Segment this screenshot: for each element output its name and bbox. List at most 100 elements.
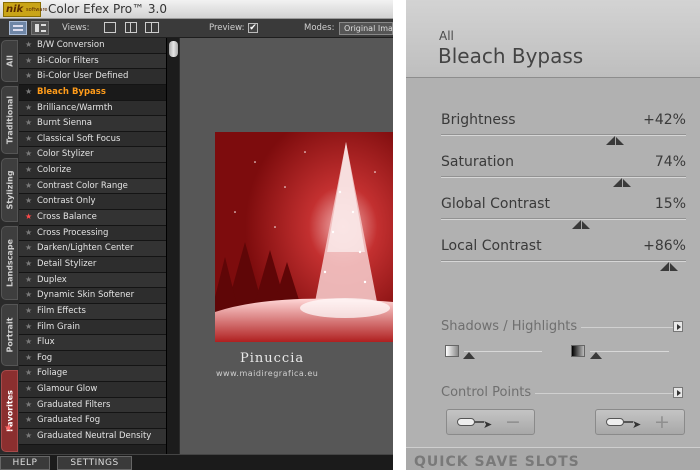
shadows-slider-track[interactable]	[464, 351, 542, 352]
favorite-star-icon[interactable]: ★	[25, 56, 32, 65]
tab-traditional[interactable]: Traditional	[1, 86, 18, 154]
slider-brightness[interactable]: Brightness +42%	[441, 112, 686, 152]
favorite-star-icon[interactable]: ★	[25, 212, 32, 221]
title-bar: nik software Color Efex Pro™ 3.0	[0, 0, 393, 19]
slider-local-contrast[interactable]: Local Contrast +86%	[441, 238, 686, 278]
split-view-button[interactable]	[125, 22, 137, 33]
tab-stylizing[interactable]: Stylizing	[1, 158, 18, 222]
highlights-slider-thumb[interactable]	[590, 352, 602, 359]
filter-item[interactable]: ★ Bleach Bypass	[19, 84, 166, 101]
quick-save-slots-section[interactable]: QUICK SAVE SLOTS	[406, 447, 700, 470]
detail-view-button[interactable]	[31, 21, 49, 35]
side-by-side-view-button[interactable]	[145, 22, 159, 33]
favorite-star-icon[interactable]: ★	[25, 181, 32, 190]
filter-item[interactable]: ★ Bi-Color User Defined	[19, 69, 166, 85]
preview-image[interactable]	[215, 132, 393, 342]
add-control-point-button[interactable]: ➤ +	[595, 409, 685, 435]
scrollbar-thumb[interactable]	[169, 41, 178, 57]
slider-thumb[interactable]	[605, 136, 624, 145]
filter-item[interactable]: ★ Color Stylizer	[19, 147, 166, 164]
slider-track[interactable]	[441, 218, 686, 220]
tab-portrait[interactable]: Portrait	[1, 304, 18, 366]
filter-item[interactable]: ★ Dynamic Skin Softener	[19, 288, 166, 304]
favorite-star-icon[interactable]: ★	[25, 353, 32, 362]
favorite-star-icon[interactable]: ★	[25, 149, 32, 158]
slider-thumb[interactable]	[659, 262, 678, 271]
slider-track[interactable]	[441, 260, 686, 262]
preview-checkbox[interactable]: ✔	[248, 23, 258, 33]
filter-item[interactable]: ★ Fog	[19, 350, 166, 367]
filter-item[interactable]: ★ Burnt Sienna	[19, 116, 166, 132]
favorite-star-icon[interactable]: ★	[25, 165, 32, 174]
filter-item[interactable]: ★ Graduated Neutral Density	[19, 429, 166, 445]
filter-item[interactable]: ★ Graduated Filters	[19, 397, 166, 414]
favorite-star-icon[interactable]: ★	[25, 322, 32, 331]
slider-thumb[interactable]	[571, 220, 590, 229]
filter-item[interactable]: ★ Graduated Fog	[19, 413, 166, 430]
favorite-star-icon[interactable]: ★	[25, 87, 32, 96]
slider-thumb[interactable]	[613, 178, 632, 187]
filter-item[interactable]: ★ Flux	[19, 335, 166, 351]
favorite-star-icon[interactable]: ★	[25, 40, 32, 49]
control-points-section[interactable]: Control Points	[441, 385, 683, 401]
expand-arrow-icon[interactable]	[673, 387, 683, 398]
help-button[interactable]: HELP	[0, 456, 50, 470]
favorite-star-icon[interactable]: ★	[25, 306, 32, 315]
filter-item[interactable]: ★ Bi-Color Filters	[19, 53, 166, 70]
list-scrollbar[interactable]	[166, 38, 179, 454]
filter-item[interactable]: ★ Cross Processing	[19, 225, 166, 242]
favorite-star-icon[interactable]: ★	[25, 259, 32, 268]
favorite-star-icon[interactable]: ★	[25, 368, 32, 377]
filter-item[interactable]: ★ Cross Balance	[19, 210, 166, 226]
settings-button[interactable]: SETTINGS	[57, 456, 132, 470]
favorite-star-icon[interactable]: ★	[25, 134, 32, 143]
filter-item[interactable]: ★ Classical Soft Focus	[19, 131, 166, 148]
favorite-star-icon[interactable]: ★	[25, 196, 32, 205]
favorite-star-icon[interactable]: ★	[25, 71, 32, 80]
tab-favorites[interactable]: Favorites	[1, 370, 18, 452]
filter-item[interactable]: ★ Contrast Color Range	[19, 178, 166, 195]
favorite-star-icon[interactable]: ★	[25, 384, 32, 393]
favorite-star-icon[interactable]: ★	[25, 103, 32, 112]
filter-item[interactable]: ★ Film Effects	[19, 303, 166, 320]
slider-saturation[interactable]: Saturation 74%	[441, 154, 686, 194]
shadows-slider-thumb[interactable]	[463, 352, 475, 359]
slider-track[interactable]	[441, 134, 686, 136]
filter-item[interactable]: ★ Foliage	[19, 366, 166, 383]
filter-item[interactable]: ★ Glamour Glow	[19, 382, 166, 398]
favorite-star-icon[interactable]: ★	[25, 243, 32, 252]
favorite-star-icon[interactable]: ★	[25, 415, 32, 424]
filter-item[interactable]: ★ Brilliance/Warmth	[19, 100, 166, 117]
remove-control-point-button[interactable]: ➤ −	[446, 409, 535, 435]
shadows-swatch-icon	[445, 345, 459, 357]
favorite-star-icon[interactable]: ★	[25, 400, 32, 409]
filter-item[interactable]: ★ B/W Conversion	[19, 38, 166, 54]
favorite-star-icon[interactable]: ★	[25, 228, 32, 237]
favorite-star-icon[interactable]: ★	[25, 431, 32, 440]
tab-landscape[interactable]: Landscape	[1, 226, 18, 300]
preview-label: Preview:	[209, 23, 245, 33]
filter-item[interactable]: ★ Duplex	[19, 272, 166, 289]
favorite-star-icon[interactable]: ★	[25, 118, 32, 127]
slider-track[interactable]	[441, 176, 686, 178]
tab-all[interactable]: All	[1, 40, 18, 82]
filter-item[interactable]: ★ Film Grain	[19, 319, 166, 336]
shadows-highlights-section[interactable]: Shadows / Highlights	[441, 319, 683, 335]
favorite-star-icon[interactable]: ★	[25, 290, 32, 299]
favorite-star-icon[interactable]: ★	[25, 337, 32, 346]
filter-item[interactable]: ★ Darken/Lighten Center	[19, 241, 166, 257]
filter-item-label: Film Grain	[37, 321, 81, 332]
filter-item[interactable]: ★ Contrast Only	[19, 194, 166, 211]
slider-value: 74%	[654, 154, 686, 170]
single-view-button[interactable]	[104, 22, 116, 33]
filter-item[interactable]: ★ Colorize	[19, 163, 166, 179]
favorite-star-icon[interactable]: ★	[25, 275, 32, 284]
tab-label: All	[5, 55, 14, 67]
slider-value: +86%	[643, 238, 686, 254]
expand-arrow-icon[interactable]	[673, 321, 683, 332]
modes-select[interactable]: Original Imag	[339, 22, 393, 35]
list-view-button[interactable]	[9, 21, 27, 35]
control-point-icon	[457, 418, 484, 426]
filter-item[interactable]: ★ Detail Stylizer	[19, 256, 166, 273]
slider-global-contrast[interactable]: Global Contrast 15%	[441, 196, 686, 236]
